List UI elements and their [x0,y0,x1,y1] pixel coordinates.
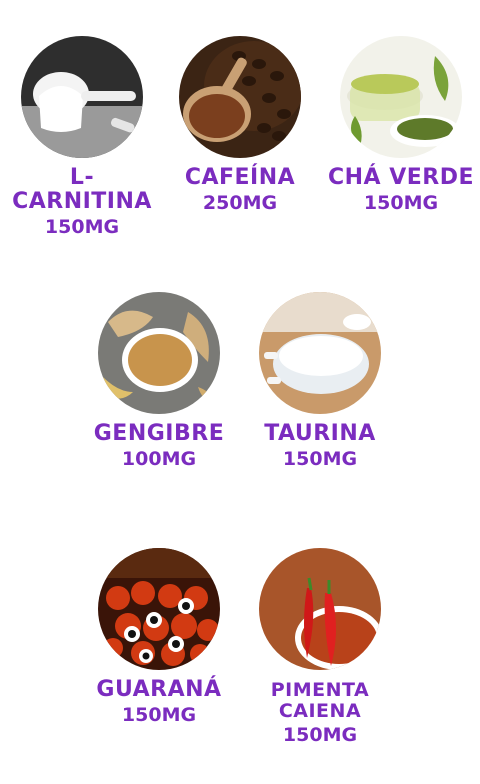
ingredient-name: TAURINA [264,421,376,446]
guarana-fruit-image [98,548,220,670]
ingredient-dose: 150MG [282,448,358,470]
powder-scoop-image [21,36,143,158]
ingredient-name: CHÁ VERDE [327,165,475,190]
ingredient-pimenta-caiena: PIMENTA CAIENA 150MG [240,548,400,746]
ingredient-name: L-CARNITINA [12,165,152,214]
ingredient-name: PIMENTA CAIENA [270,679,370,722]
coffee-beans-image [179,36,301,158]
cayenne-pepper-image [259,548,381,670]
ingredient-name: CAFEÍNA [184,165,296,190]
ingredient-dose: 100MG [121,448,197,470]
ingredient-cafeina: CAFEÍNA 250MG [160,36,320,214]
ginger-powder-image [98,292,220,414]
ingredient-dose: 150MG [44,216,120,238]
ingredient-dose: 150MG [121,704,197,726]
ingredient-dose: 150MG [363,192,439,214]
ingredient-name: GUARANÁ [96,677,222,702]
ingredient-gengibre: GENGIBRE 100MG [79,292,239,470]
ingredient-dose: 250MG [202,192,278,214]
ingredient-guarana: GUARANÁ 150MG [79,548,239,726]
green-tea-image [340,36,462,158]
ingredient-name: GENGIBRE [93,421,225,446]
ingredient-taurina: TAURINA 150MG [240,292,400,470]
ingredient-cha-verde: CHÁ VERDE 150MG [321,36,480,214]
ingredient-l-carnitina: L-CARNITINA 150MG [2,36,162,238]
ingredient-dose: 150MG [282,724,358,746]
taurine-bowl-image [259,292,381,414]
